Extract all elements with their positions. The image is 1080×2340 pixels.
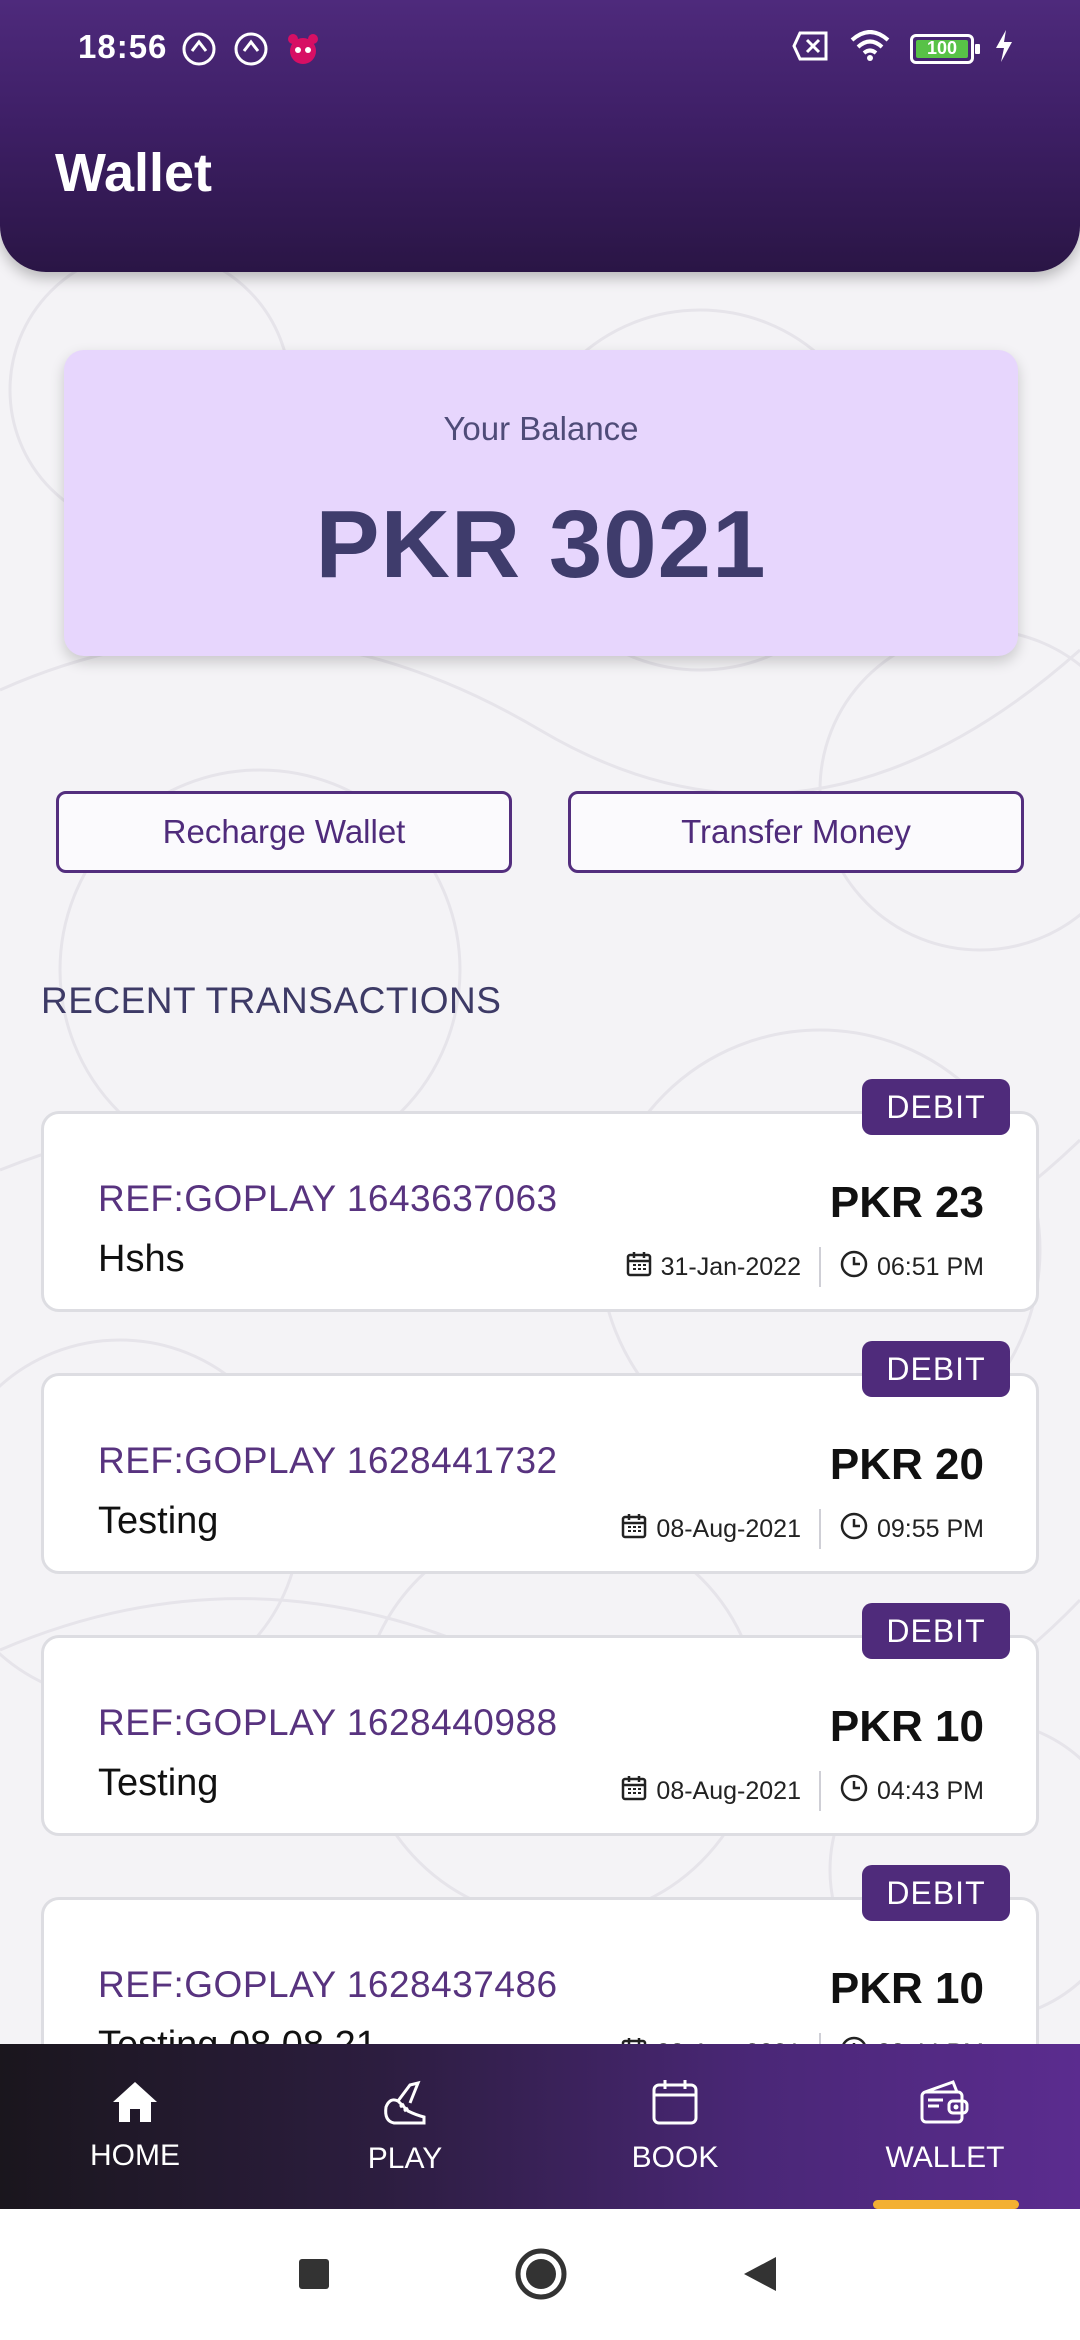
transaction-card[interactable]: DEBIT REF:GOPLAY 1628441732 Testing PKR … [41, 1341, 1039, 1574]
transaction-type-badge: DEBIT [862, 1341, 1010, 1397]
bottom-nav: HOME PLAY BOOK WALLET [0, 2044, 1080, 2209]
balance-value: PKR 3021 [315, 491, 767, 598]
transaction-type-badge: DEBIT [862, 1603, 1010, 1659]
shoe-icon [380, 2077, 430, 2132]
transaction-amount: PKR 10 [829, 1964, 984, 2013]
transaction-amount: PKR 20 [829, 1440, 984, 1489]
transaction-meta: 31-Jan-2022 06:51 PM [625, 1247, 984, 1287]
transaction-amount: PKR 23 [829, 1178, 984, 1227]
nav-book[interactable]: BOOK [540, 2044, 810, 2209]
nav-play[interactable]: PLAY [270, 2044, 540, 2209]
transaction-meta: 08-Aug-2021 09:55 PM [620, 1509, 984, 1549]
nav-active-indicator [873, 2200, 1019, 2209]
balance-label: Your Balance [443, 410, 639, 447]
transaction-amount: PKR 10 [829, 1702, 984, 1751]
transaction-type-badge: DEBIT [862, 1079, 1010, 1135]
transaction-date: 08-Aug-2021 [656, 1514, 801, 1543]
clock-icon [839, 1773, 869, 1810]
recents-button[interactable] [297, 2249, 331, 2304]
transaction-description: Testing [98, 1762, 219, 1804]
home-button[interactable] [514, 2244, 568, 2309]
recent-transactions-title: RECENT TRANSACTIONS [41, 980, 502, 1021]
nav-play-label: PLAY [367, 2142, 443, 2175]
clock-icon [839, 1249, 869, 1286]
status-icons-left [180, 30, 322, 68]
wifi-icon [850, 30, 890, 67]
calendar-icon [625, 1250, 653, 1285]
transaction-time: 06:51 PM [876, 1252, 984, 1281]
transaction-date: 31-Jan-2022 [660, 1252, 801, 1281]
transaction-time: 09:55 PM [876, 1514, 984, 1543]
page-title: Wallet [55, 143, 213, 203]
wallet-icon [919, 2078, 971, 2131]
nav-wallet-label: WALLET [885, 2141, 1005, 2174]
balance-card: Your Balance PKR 3021 [64, 350, 1018, 656]
calendar-icon [620, 1774, 648, 1809]
transaction-ref: REF:GOPLAY 1628441732 [98, 1440, 558, 1481]
system-nav-bar [0, 2209, 1080, 2340]
battery-level: 100 [926, 38, 958, 58]
charging-icon [994, 30, 1014, 67]
transaction-meta: 08-Aug-2021 04:43 PM [620, 1771, 984, 1811]
calendar-icon [620, 1512, 648, 1547]
transaction-time: 04:43 PM [876, 1776, 984, 1805]
battery-icon: 100 [910, 33, 980, 64]
transaction-date: 08-Aug-2021 [656, 1776, 801, 1805]
transaction-ref: REF:GOPLAY 1643637063 [98, 1178, 558, 1219]
foodpanda-icon [284, 30, 322, 68]
sync-icon [180, 30, 218, 68]
home-icon [111, 2080, 159, 2129]
status-bar: 18:56 100 [0, 0, 1080, 100]
nav-wallet[interactable]: WALLET [810, 2044, 1080, 2209]
transaction-type-badge: DEBIT [862, 1865, 1010, 1921]
status-icons-right: 100 [792, 30, 1014, 67]
transfer-money-button[interactable]: Transfer Money [568, 791, 1024, 873]
app-header: 18:56 100 Wallet [0, 0, 1080, 272]
transaction-description: Testing [98, 1500, 219, 1542]
transaction-card[interactable]: DEBIT REF:GOPLAY 1643637063 Hshs PKR 23 … [41, 1079, 1039, 1312]
recharge-wallet-button[interactable]: Recharge Wallet [56, 791, 512, 873]
nav-home-label: HOME [90, 2139, 180, 2172]
status-time: 18:56 [78, 28, 168, 65]
nav-book-label: BOOK [631, 2141, 719, 2174]
sync-icon [232, 30, 270, 68]
no-sim-icon [792, 31, 830, 66]
transaction-ref: REF:GOPLAY 1628440988 [98, 1702, 558, 1743]
transaction-description: Hshs [98, 1238, 185, 1280]
nav-home[interactable]: HOME [0, 2044, 270, 2209]
back-button[interactable] [740, 2249, 780, 2304]
clock-icon [839, 1511, 869, 1548]
calendar-icon [651, 2078, 699, 2131]
transaction-ref: REF:GOPLAY 1628437486 [98, 1964, 558, 2005]
transaction-card[interactable]: DEBIT REF:GOPLAY 1628440988 Testing PKR … [41, 1603, 1039, 1836]
